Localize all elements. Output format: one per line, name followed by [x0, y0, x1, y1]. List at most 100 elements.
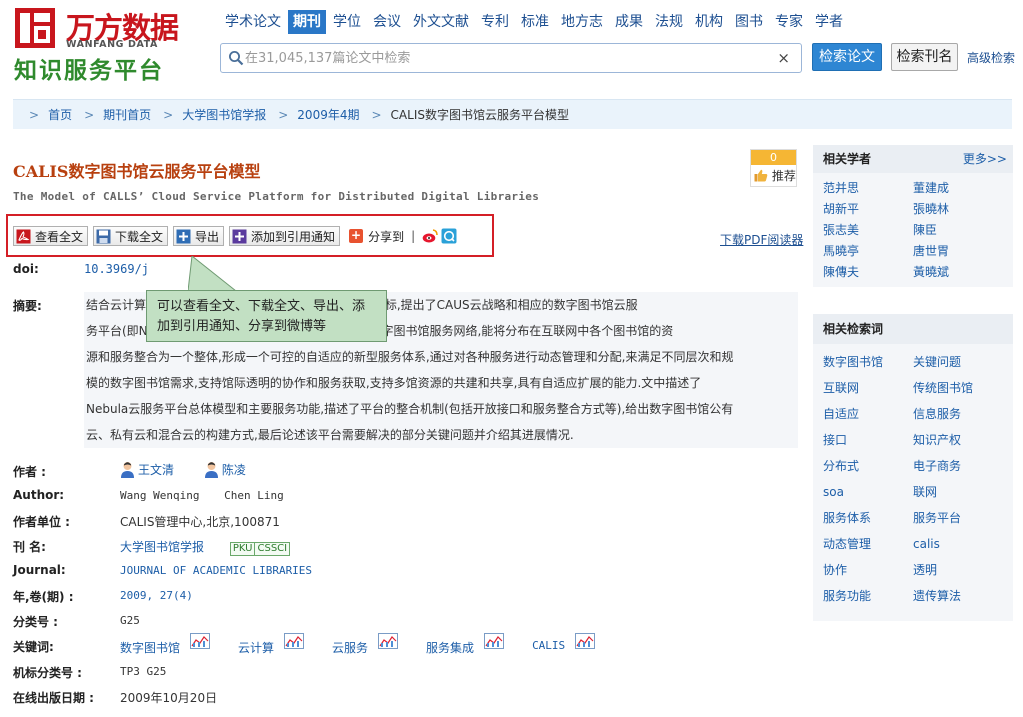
keyword-link[interactable]: 云服务	[332, 633, 399, 656]
weibo-icon[interactable]	[422, 228, 438, 244]
nav-item-book[interactable]: 图书	[730, 10, 768, 34]
scholar-link[interactable]: 黃曉斌	[913, 264, 1003, 281]
term-link[interactable]: 关键问题	[913, 354, 1003, 371]
search-paper-button[interactable]: 检索论文	[812, 43, 882, 71]
chart-icon[interactable]	[575, 633, 596, 649]
more-scholars-link[interactable]: 更多>>	[963, 145, 1007, 173]
doi-link[interactable]: 10.3969/j	[84, 262, 149, 276]
term-link[interactable]: 互联网	[823, 380, 913, 397]
save-icon	[96, 229, 111, 243]
abstract-label: 摘要:	[13, 299, 42, 313]
term-link[interactable]: 服务功能	[823, 588, 913, 605]
nav-item-degree[interactable]: 学位	[328, 10, 366, 34]
term-link[interactable]: 自适应	[823, 406, 913, 423]
term-link[interactable]: 传统图书馆	[913, 380, 1003, 397]
term-link[interactable]: 信息服务	[913, 406, 1003, 423]
term-link[interactable]: soa	[823, 484, 913, 501]
chart-icon[interactable]	[378, 633, 399, 649]
article-toolbar: 查看全文 下载全文 导出 添加到引用通知 + 分享到 |	[13, 226, 460, 246]
download-full-text-label: 下载全文	[115, 229, 164, 244]
logo-slogan: 知识服务平台	[14, 58, 164, 84]
term-link[interactable]: 分布式	[823, 458, 913, 475]
journal-link[interactable]: 大学图书馆学报	[120, 540, 204, 554]
terms-grid: 数字图书馆 关键问题 互联网 传统图书馆 自适应 信息服务 接口 知识产权 分布…	[813, 344, 1013, 605]
term-link[interactable]: 动态管理	[823, 536, 913, 553]
term-link[interactable]: calis	[913, 536, 1003, 553]
search-input[interactable]	[245, 48, 765, 68]
recommend-widget[interactable]: 0 推荐	[750, 149, 797, 187]
term-link[interactable]: 遗传算法	[913, 588, 1003, 605]
chart-icon[interactable]	[484, 633, 505, 649]
recommend-label: 推荐	[771, 169, 796, 183]
advanced-search-link[interactable]: 高级检索	[967, 49, 1015, 66]
recommend-button[interactable]: 推荐	[751, 165, 796, 187]
nav-item-local[interactable]: 地方志	[556, 10, 608, 34]
export-plus-icon	[176, 229, 191, 243]
nav-item-result[interactable]: 成果	[610, 10, 648, 34]
term-link[interactable]: 协作	[823, 562, 913, 579]
clear-search-icon[interactable]: ×	[777, 49, 790, 67]
thumb-icon	[754, 169, 768, 182]
chart-icon[interactable]	[284, 633, 305, 649]
nav-item-journal[interactable]: 期刊	[288, 10, 326, 34]
keyword-link[interactable]: 云计算	[238, 633, 305, 656]
wanfang-logo[interactable]: 万方数据 WANFANG DATA 知识服务平台	[14, 7, 192, 85]
nav-item-scholar[interactable]: 学者	[810, 10, 848, 34]
nav-item-expert[interactable]: 专家	[770, 10, 808, 34]
term-link[interactable]: 接口	[823, 432, 913, 449]
scholar-link[interactable]: 胡新平	[823, 201, 913, 218]
keyword-text: 云服务	[332, 641, 369, 655]
related-terms-title: 相关检索词	[813, 314, 1013, 344]
nav-item-conference[interactable]: 会议	[368, 10, 406, 34]
scholars-grid: 范并思 董建成 胡新平 張曉林 張志美 陳臣 馬曉亭 唐世胃 陳傳夫 黃曉斌	[813, 173, 1013, 281]
breadcrumb-journal[interactable]: 大学图书馆学报	[182, 106, 266, 123]
author-link[interactable]: 陈凌	[204, 461, 246, 478]
nav-item-org[interactable]: 机构	[690, 10, 728, 34]
term-link[interactable]: 知识产权	[913, 432, 1003, 449]
author-name: 王文清	[138, 463, 175, 477]
download-full-text-button[interactable]: 下载全文	[93, 226, 169, 246]
search-journal-button[interactable]: 检索刊名	[891, 43, 958, 71]
related-scholars-panel: 相关学者 更多>> 范并思 董建成 胡新平 張曉林 張志美 陳臣 馬曉亭 唐世胃…	[813, 145, 1013, 287]
nav-item-standard[interactable]: 标准	[516, 10, 554, 34]
breadcrumb-home[interactable]: 首页	[48, 106, 72, 123]
scholar-link[interactable]: 唐世胃	[913, 243, 1003, 260]
view-full-text-button[interactable]: 查看全文	[13, 226, 89, 246]
scholar-link[interactable]: 馬曉亭	[823, 243, 913, 260]
author-link[interactable]: 王文清	[120, 461, 174, 478]
term-link[interactable]: 数字图书馆	[823, 354, 913, 371]
keyword-text: 数字图书馆	[120, 641, 181, 655]
breadcrumb-journal-home[interactable]: 期刊首页	[103, 106, 151, 123]
term-link[interactable]: 服务平台	[913, 510, 1003, 527]
year-issue-link[interactable]: 2009, 27(4)	[120, 589, 193, 602]
article-title-en: The Model of CALLS’ Cloud Service Platfo…	[13, 190, 540, 203]
term-link[interactable]: 服务体系	[823, 510, 913, 527]
keyword-link[interactable]: 服务集成	[426, 633, 505, 656]
export-button[interactable]: 导出	[173, 226, 225, 246]
scholar-link[interactable]: 張曉林	[913, 201, 1003, 218]
journal-en-link[interactable]: JOURNAL OF ACADEMIC LIBRARIES	[120, 564, 312, 577]
breadcrumb-sep: >	[84, 107, 95, 122]
scholar-link[interactable]: 范并思	[823, 180, 913, 197]
add-citation-alert-button[interactable]: 添加到引用通知	[229, 226, 341, 246]
keyword-link[interactable]: 数字图书馆	[120, 633, 211, 656]
scholar-link[interactable]: 董建成	[913, 180, 1003, 197]
nav-item-academic[interactable]: 学术论文	[220, 10, 286, 34]
term-link[interactable]: 电子商务	[913, 458, 1003, 475]
term-link[interactable]: 透明	[913, 562, 1003, 579]
breadcrumb-issue[interactable]: 2009年4期	[297, 106, 359, 123]
scholar-link[interactable]: 陳傳夫	[823, 264, 913, 281]
nav-item-law[interactable]: 法规	[650, 10, 688, 34]
nav-item-patent[interactable]: 专利	[476, 10, 514, 34]
download-pdf-reader-link[interactable]: 下载PDF阅读器	[720, 231, 803, 248]
export-label: 导出	[195, 229, 220, 244]
qzone-icon[interactable]	[441, 228, 457, 244]
term-link[interactable]: 联网	[913, 484, 1003, 501]
share-button[interactable]: + 分享到	[349, 228, 404, 245]
chart-icon[interactable]	[190, 633, 211, 649]
nav-item-foreign[interactable]: 外文文献	[408, 10, 474, 34]
scholar-link[interactable]: 陳臣	[913, 222, 1003, 239]
keyword-link[interactable]: CALIS	[532, 633, 596, 656]
scholar-link[interactable]: 張志美	[823, 222, 913, 239]
doi-label: doi:	[13, 262, 39, 276]
